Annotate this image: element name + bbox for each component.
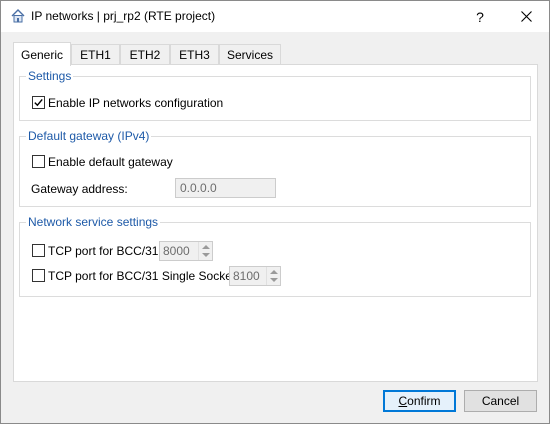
window-title: IP networks | prj_rp2 (RTE project) (31, 9, 216, 23)
close-icon (520, 11, 532, 22)
tcp-port-label[interactable]: TCP port for BCC/31: (48, 244, 162, 258)
tcp-port-value: 8000 (163, 244, 190, 258)
spin-up-icon[interactable] (202, 245, 210, 249)
tab-label: ETH2 (129, 48, 161, 62)
network-service-legend: Network service settings (26, 215, 161, 229)
gateway-address-label: Gateway address: (31, 182, 128, 196)
default-gateway-legend: Default gateway (IPv4) (26, 129, 152, 143)
tab-services[interactable]: Services (219, 44, 281, 65)
tcp-port-single-checkbox[interactable] (32, 269, 45, 282)
default-gateway-group: Default gateway (IPv4) Enable default ga… (19, 129, 531, 207)
tab-eth3[interactable]: ETH3 (170, 44, 219, 65)
tab-eth1[interactable]: ETH1 (71, 44, 120, 65)
network-service-group: Network service settings TCP port for BC… (19, 215, 531, 297)
checkmark-icon (34, 98, 43, 107)
tcp-port-single-value: 8100 (233, 269, 260, 283)
tcp-port-single-label[interactable]: TCP port for BCC/31 Single Socket: (48, 269, 239, 283)
cancel-button[interactable]: Cancel (464, 390, 537, 412)
tab-generic[interactable]: Generic (13, 42, 71, 66)
tcp-port-checkbox[interactable] (32, 244, 45, 257)
tcp-port-stepper[interactable]: 8000 (159, 241, 213, 261)
spin-arrows[interactable] (198, 242, 212, 260)
tab-label: ETH1 (80, 48, 111, 62)
help-button[interactable]: ? (457, 1, 503, 32)
enable-gateway-checkbox[interactable] (32, 155, 45, 168)
tab-label: ETH3 (179, 48, 210, 62)
dialog-window: IP networks | prj_rp2 (RTE project) ? Ge… (0, 0, 550, 424)
enable-gateway-label[interactable]: Enable default gateway (48, 155, 173, 169)
settings-legend: Settings (26, 69, 74, 83)
confirm-label-rest: onfirm (407, 394, 441, 408)
enable-ip-label[interactable]: Enable IP networks configuration (48, 96, 223, 110)
confirm-mnemonic: C (398, 394, 408, 408)
spin-arrows[interactable] (266, 267, 280, 285)
cancel-label: Cancel (481, 394, 520, 408)
network-house-icon (10, 8, 26, 24)
close-button[interactable] (503, 1, 549, 32)
tab-eth2[interactable]: ETH2 (120, 44, 170, 65)
tab-label: Generic (20, 47, 64, 62)
confirm-button[interactable]: Confirm (383, 390, 456, 412)
spin-down-icon[interactable] (270, 278, 278, 282)
gateway-address-field[interactable]: 0.0.0.0 (175, 178, 276, 198)
spin-up-icon[interactable] (270, 270, 278, 274)
tab-label: Services (226, 48, 273, 62)
tcp-port-single-stepper[interactable]: 8100 (229, 266, 281, 286)
settings-group: Settings Enable IP networks configuratio… (19, 69, 531, 121)
enable-ip-checkbox[interactable] (32, 96, 45, 109)
title-bar[interactable]: IP networks | prj_rp2 (RTE project) ? (1, 1, 549, 32)
spin-down-icon[interactable] (202, 253, 210, 257)
tab-panel-generic: Settings Enable IP networks configuratio… (13, 64, 538, 382)
